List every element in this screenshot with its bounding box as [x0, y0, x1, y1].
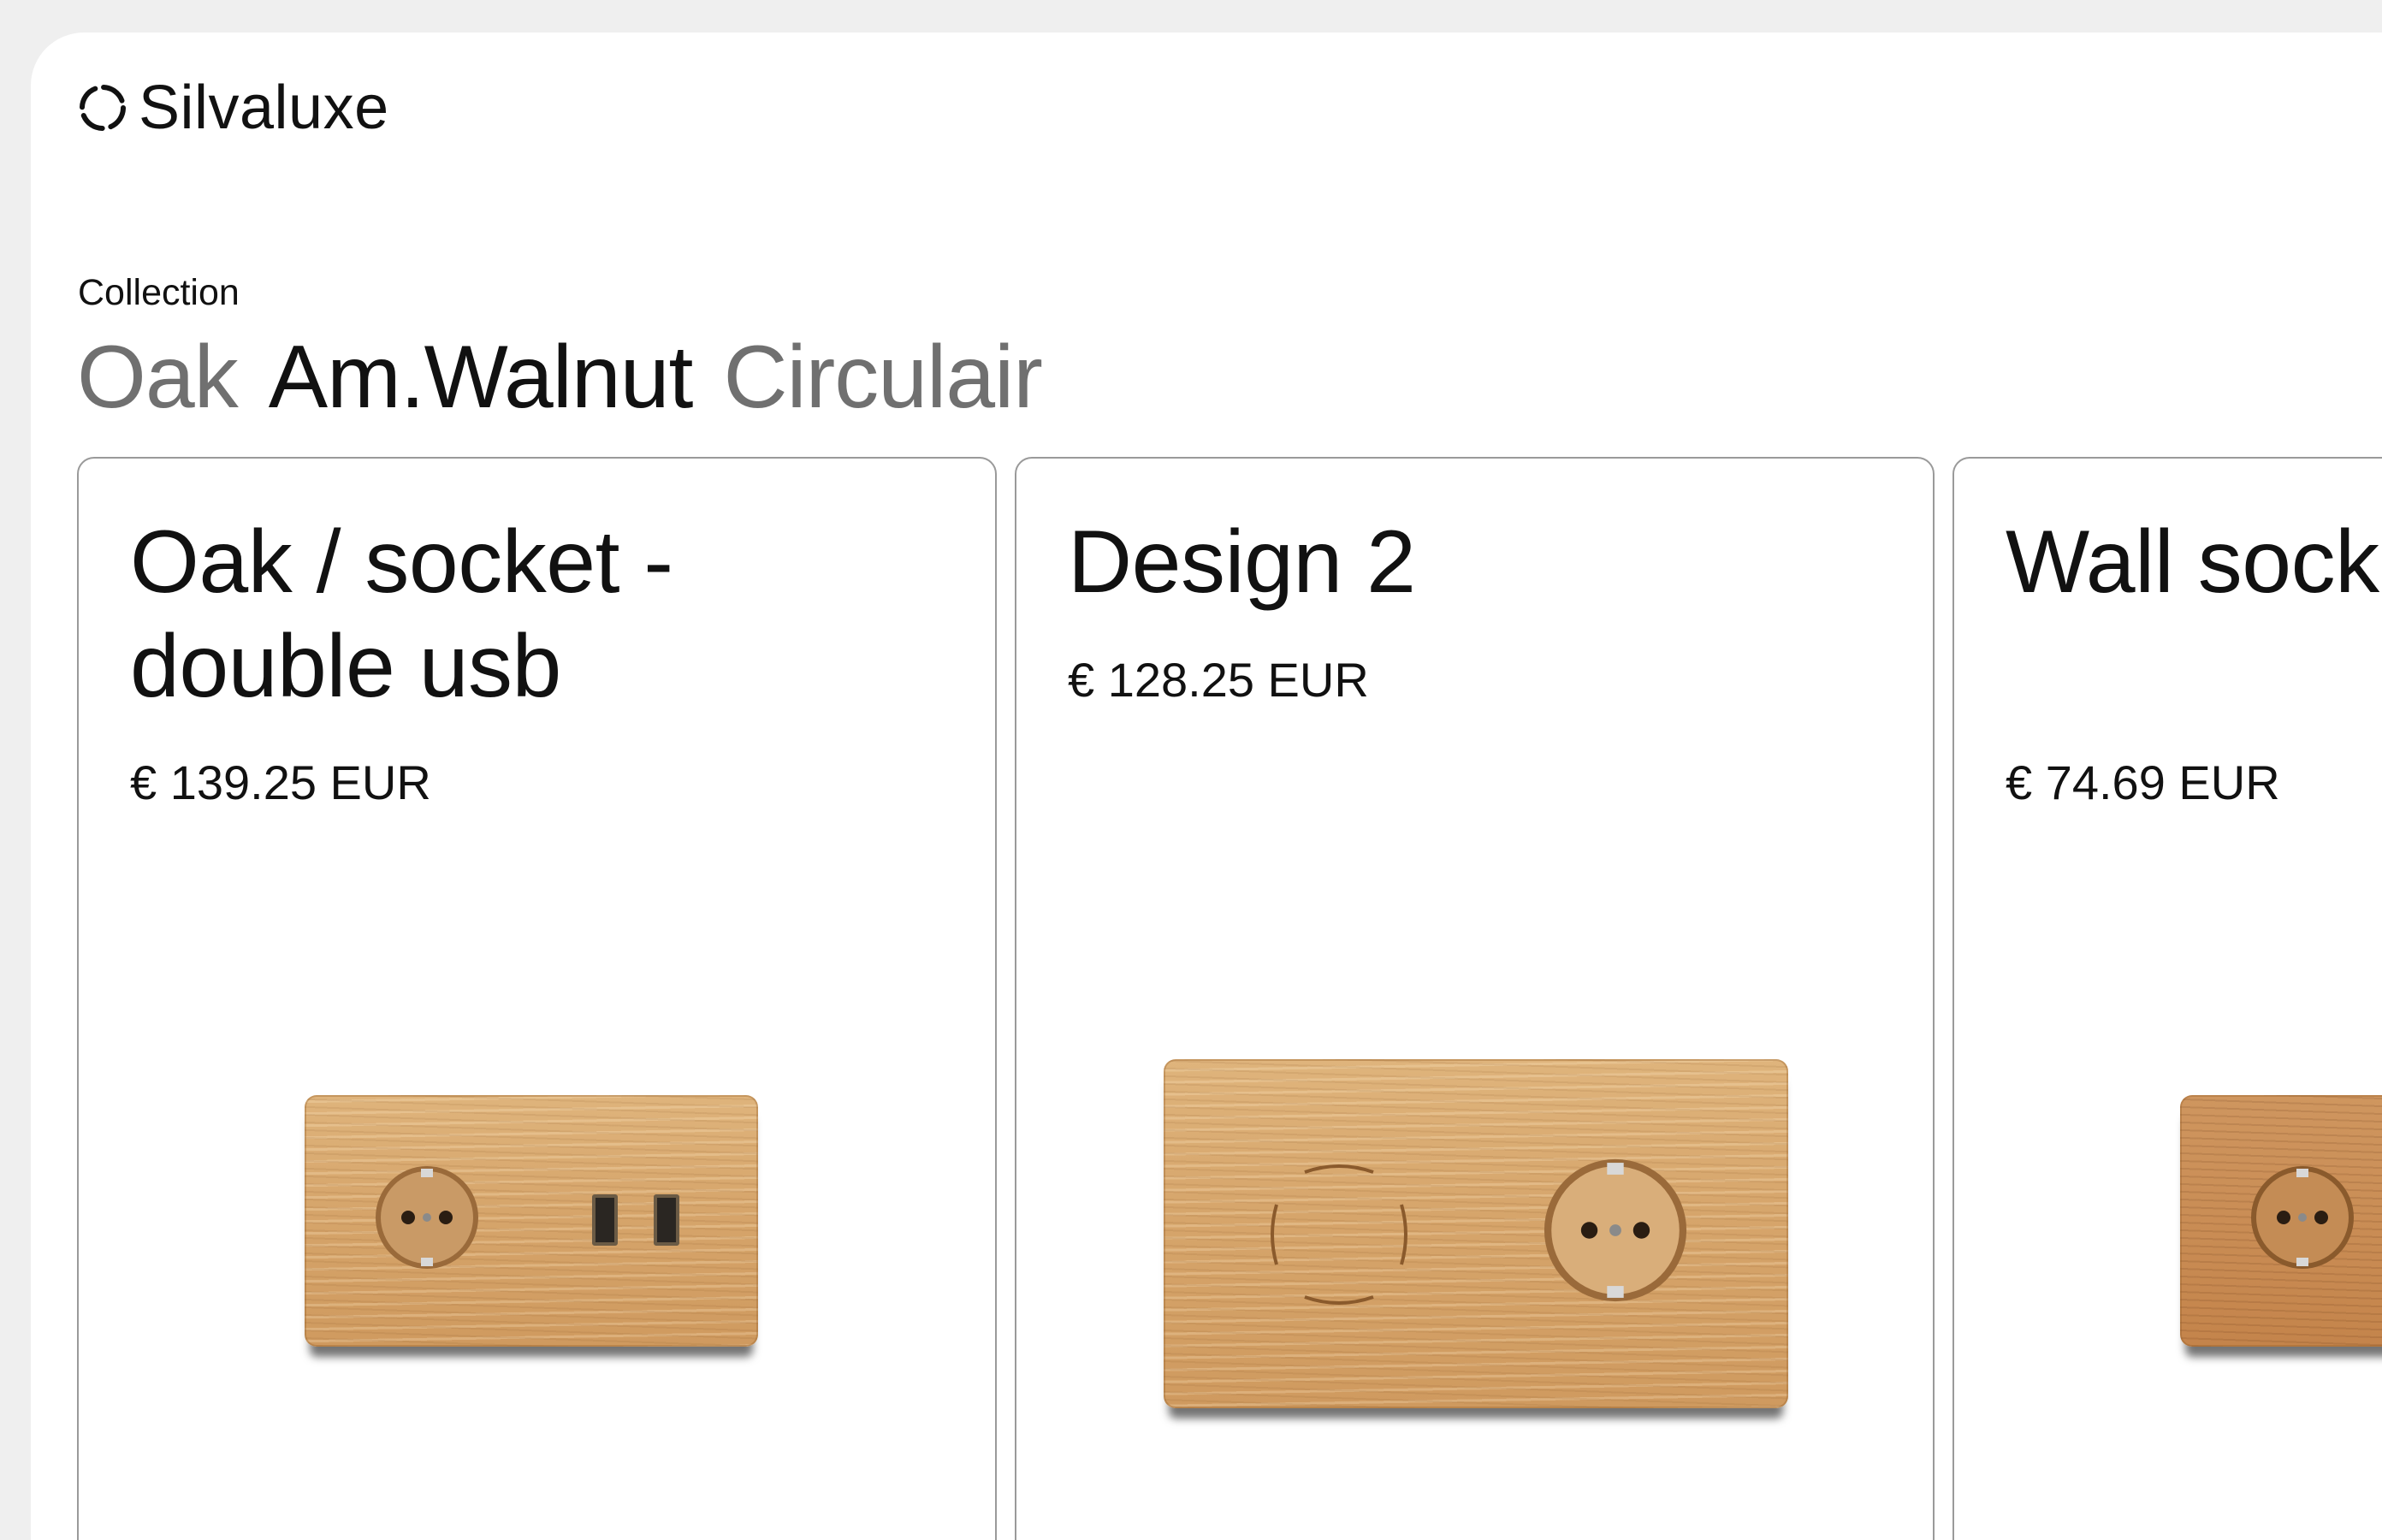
product-image: [305, 1095, 758, 1347]
brand-name: Silvaluxe: [139, 74, 389, 142]
wireless-charger-icon: [1271, 1164, 1407, 1305]
collection-tabs: Oak Am.Walnut Circulair: [77, 322, 1043, 433]
tab-circulair[interactable]: Circulair: [723, 322, 1042, 433]
usb-port-icon: [654, 1194, 679, 1246]
product-card[interactable]: Design 2 € 128.25 EUR: [1015, 457, 1935, 1540]
usb-port-icon: [592, 1194, 618, 1246]
tab-oak[interactable]: Oak: [77, 322, 239, 433]
product-image: [1164, 1059, 1788, 1408]
product-price: € 74.69 EUR: [2006, 755, 2280, 809]
tab-am-walnut[interactable]: Am.Walnut: [269, 322, 694, 433]
product-price: € 128.25 EUR: [1068, 653, 1369, 707]
app-window: Silvaluxe Collection Oak Am.Walnut Circu…: [31, 33, 2382, 1540]
product-price: € 139.25 EUR: [130, 755, 431, 809]
product-title: Design 2: [1068, 512, 1416, 612]
product-title: Wall socket 2x socket: [2006, 512, 2382, 612]
socket-outlet-icon: [1544, 1158, 1687, 1302]
brand-logo[interactable]: Silvaluxe: [75, 72, 389, 144]
socket-outlet-icon: [2251, 1166, 2354, 1269]
socket-outlet-icon: [376, 1166, 478, 1269]
product-card[interactable]: Wall socket 2x socket € 74.69 EUR: [1952, 457, 2382, 1540]
product-title: Oak / socket - double usb: [130, 512, 673, 716]
product-image: [2180, 1095, 2382, 1347]
collection-label: Collection: [78, 272, 240, 313]
product-card[interactable]: Oak / socket - double usb € 139.25 EUR: [77, 457, 997, 1540]
dashed-circle-logo-icon: [80, 85, 126, 131]
